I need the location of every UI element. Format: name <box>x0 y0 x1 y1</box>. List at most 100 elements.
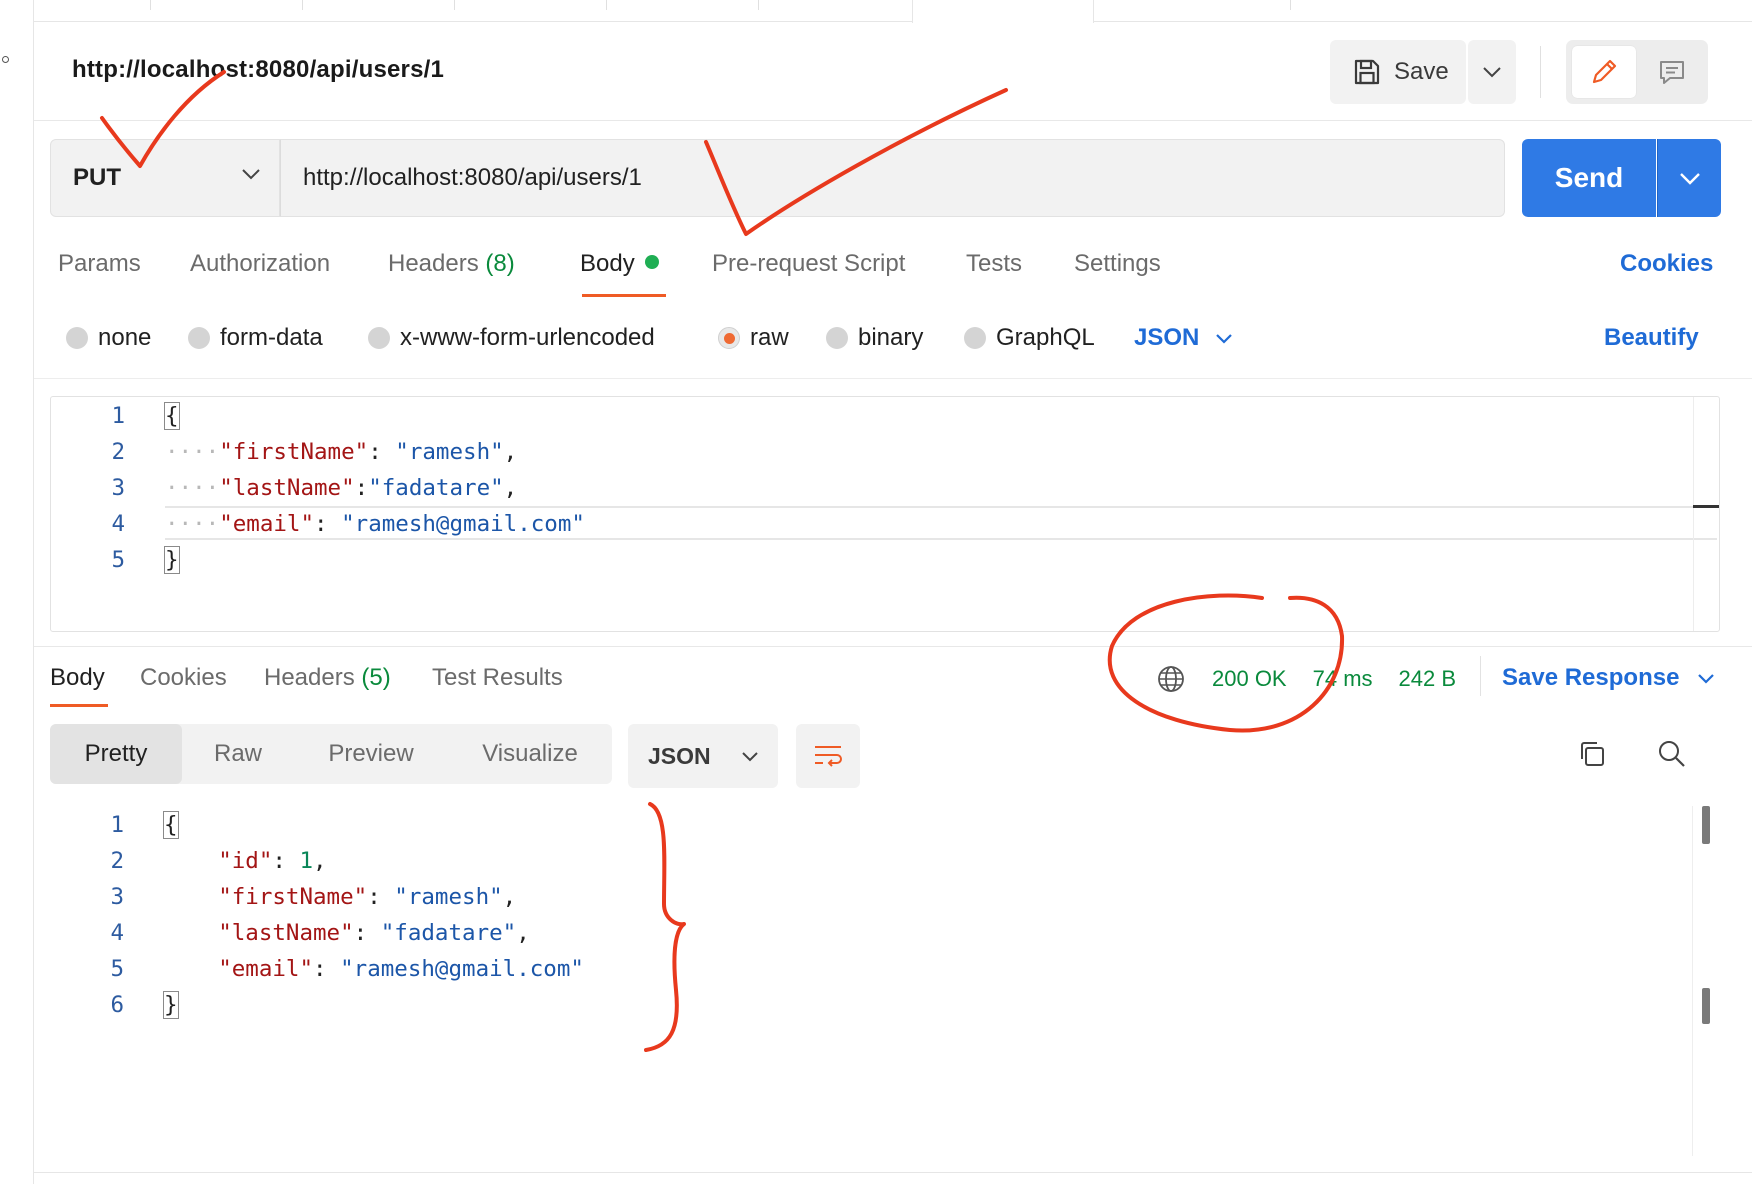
comment-icon <box>1660 61 1684 84</box>
wrap-lines-icon <box>815 746 842 767</box>
tab-authorization[interactable]: Authorization <box>190 250 330 278</box>
response-scroll-thumb[interactable] <box>1702 806 1710 844</box>
radio-graphql[interactable]: GraphQL <box>964 324 1095 352</box>
response-tab-body[interactable]: Body <box>50 664 105 692</box>
save-icon <box>1354 59 1380 85</box>
send-button[interactable]: Send <box>1522 139 1656 217</box>
radio-binary[interactable]: binary <box>826 324 923 352</box>
method-select[interactable]: PUT <box>50 139 280 217</box>
chevron-down-icon <box>741 751 758 761</box>
response-tab-headers-label: Headers <box>264 664 355 691</box>
code-line: } <box>163 991 179 1019</box>
code-line: ····"email": "ramesh@gmail.com" <box>165 511 585 537</box>
save-response-label: Save Response <box>1502 664 1680 691</box>
response-scroll-thumb[interactable] <box>1702 988 1710 1024</box>
cookies-link[interactable]: Cookies <box>1620 250 1713 278</box>
tab-params[interactable]: Params <box>58 250 141 278</box>
tab-active-request[interactable] <box>912 0 1094 23</box>
status-code[interactable]: 200 OK <box>1212 666 1287 692</box>
save-options-button[interactable] <box>1468 40 1516 104</box>
request-body-editor[interactable]: 1 2 3 4 5 { ····"firstName": "ramesh", ·… <box>50 396 1720 632</box>
line-number: 2 <box>110 848 124 874</box>
radio-circle <box>66 327 88 349</box>
active-tab-underline <box>582 294 666 297</box>
code-line: { <box>164 402 180 430</box>
response-size[interactable]: 242 B <box>1399 666 1457 692</box>
tab-tests[interactable]: Tests <box>966 250 1022 278</box>
view-raw-button[interactable]: Raw <box>182 724 294 784</box>
json-number: 1 <box>299 848 314 874</box>
copy-icon[interactable] <box>1576 738 1608 775</box>
wrap-lines-button[interactable] <box>796 724 860 788</box>
edit-mode-button[interactable] <box>1572 46 1636 98</box>
save-response-button[interactable]: Save Response <box>1502 664 1715 692</box>
json-key: "firstName" <box>219 439 369 465</box>
body-format-select[interactable]: JSON <box>1134 324 1233 352</box>
response-format-select[interactable]: JSON <box>628 724 778 788</box>
response-body-viewer[interactable]: 1 2 3 4 5 6 { "id": 1, "firstName": "ram… <box>50 808 1680 1168</box>
response-time[interactable]: 74 ms <box>1313 666 1373 692</box>
json-value: "ramesh@gmail.com" <box>340 956 584 982</box>
chevron-down-icon <box>1698 673 1715 684</box>
view-pretty-button[interactable]: Pretty <box>50 724 182 784</box>
json-key: "id" <box>218 848 273 874</box>
radio-label: raw <box>750 324 789 351</box>
request-name[interactable]: http://localhost:8080/api/users/1 <box>72 56 444 84</box>
radio-raw[interactable]: raw <box>718 324 789 352</box>
divider <box>1480 656 1481 696</box>
view-preview-button[interactable]: Preview <box>294 724 448 784</box>
line-number: 4 <box>110 920 124 946</box>
chevron-down-icon <box>1483 67 1501 78</box>
response-tab-test-results[interactable]: Test Results <box>432 664 563 692</box>
view-visualize-button[interactable]: Visualize <box>448 724 612 784</box>
open-brace: { <box>163 811 179 839</box>
json-value: "ramesh" <box>394 884 503 910</box>
divider <box>1540 46 1541 98</box>
globe-icon[interactable] <box>1156 664 1186 694</box>
divider <box>34 1172 1752 1173</box>
code-line: { <box>163 811 179 839</box>
code-line: "email": "ramesh@gmail.com" <box>218 956 584 982</box>
send-options-button[interactable] <box>1657 139 1721 217</box>
beautify-link[interactable]: Beautify <box>1604 324 1699 352</box>
active-tab-underline <box>50 704 108 707</box>
response-format-label: JSON <box>648 742 711 769</box>
json-value: "ramesh" <box>395 439 504 465</box>
radio-none[interactable]: none <box>66 324 151 352</box>
save-button[interactable]: Save <box>1330 40 1466 104</box>
response-scrollbar-track[interactable] <box>1692 806 1693 1156</box>
editor-scrollbar[interactable] <box>1693 397 1719 631</box>
tab-settings[interactable]: Settings <box>1074 250 1161 278</box>
response-tab-cookies[interactable]: Cookies <box>140 664 227 692</box>
json-comma: , <box>503 475 518 501</box>
response-tab-headers[interactable]: Headers (5) <box>264 664 391 692</box>
code-line: } <box>164 546 180 574</box>
tab-body-label: Body <box>580 250 635 277</box>
json-key: "firstName" <box>218 884 368 910</box>
json-comma: , <box>516 920 530 946</box>
tab-prerequest-script[interactable]: Pre-request Script <box>712 250 905 278</box>
pane-divider[interactable] <box>34 646 1752 647</box>
line-number: 1 <box>110 812 124 838</box>
body-indicator-dot <box>644 255 659 269</box>
tab-body[interactable]: Body <box>580 250 659 278</box>
json-separator: : <box>368 439 396 465</box>
comments-mode-button[interactable] <box>1640 46 1704 98</box>
response-status-bar: 200 OK 74 ms 242 B <box>1156 664 1456 694</box>
radio-urlencoded[interactable]: x-www-form-urlencoded <box>368 324 655 352</box>
url-text: http://localhost:8080/api/users/1 <box>303 164 642 191</box>
json-value: "ramesh@gmail.com" <box>341 511 585 537</box>
tab-strip <box>34 0 1752 23</box>
json-key: "lastName" <box>219 475 355 501</box>
radio-label: x-www-form-urlencoded <box>400 324 655 351</box>
close-brace: } <box>163 991 179 1019</box>
search-icon[interactable] <box>1656 738 1688 775</box>
tab-headers[interactable]: Headers (8) <box>388 250 515 278</box>
close-brace: } <box>164 546 180 574</box>
line-number: 2 <box>111 439 125 465</box>
url-input[interactable]: http://localhost:8080/api/users/1 <box>280 139 1505 217</box>
pencil-icon <box>1592 59 1617 84</box>
json-key: "lastName" <box>218 920 354 946</box>
radio-form-data[interactable]: form-data <box>188 324 323 352</box>
chevron-down-icon <box>1679 172 1700 185</box>
